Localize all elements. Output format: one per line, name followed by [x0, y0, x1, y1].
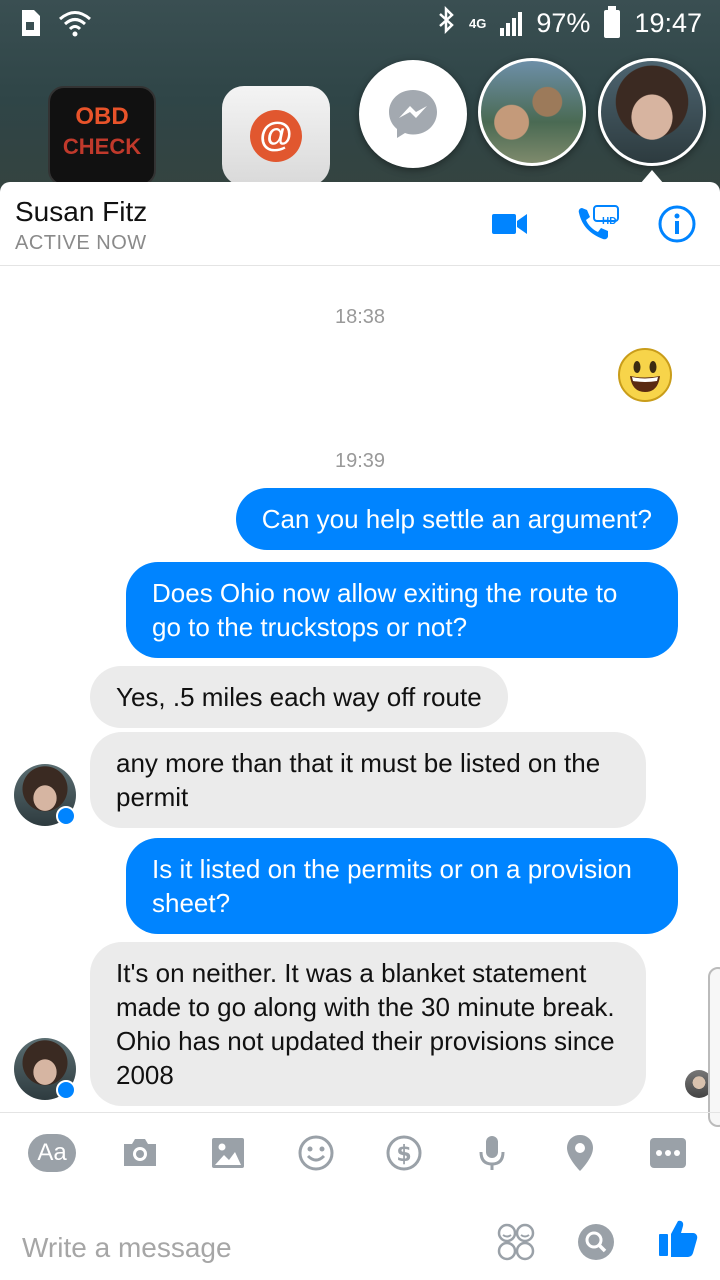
network-type-label: 4G [469, 15, 487, 31]
thumbs-up-icon [659, 1220, 698, 1257]
scroll-handle[interactable] [708, 967, 720, 1127]
contact-name[interactable]: Susan Fitz [15, 196, 147, 228]
outgoing-message[interactable]: Does Ohio now allow exiting the route to… [126, 562, 678, 658]
contact-chathead-active[interactable] [598, 58, 706, 166]
microphone-icon [479, 1135, 505, 1170]
outgoing-message[interactable]: Is it listed on the permits or on a prov… [126, 838, 678, 934]
gallery-icon [212, 1137, 244, 1168]
timestamp: 19:39 [334, 450, 386, 472]
bluetooth-icon [437, 5, 455, 41]
search-gifs-button[interactable] [574, 1220, 618, 1264]
payment-button[interactable]: $ [380, 1129, 428, 1177]
group-chathead[interactable] [478, 58, 586, 166]
camera-icon [124, 1138, 156, 1166]
wifi-icon [58, 9, 92, 44]
signal-strength-icon [500, 11, 523, 36]
conversation-header: Susan Fitz ACTIVE NOW HD [0, 182, 720, 266]
incoming-message[interactable]: Yes, .5 miles each way off route [90, 666, 508, 728]
chat-panel: Susan Fitz ACTIVE NOW HD 18:38 19:39 Can… [0, 182, 720, 1280]
like-button[interactable] [654, 1214, 702, 1262]
message-input[interactable]: Write a message [22, 1232, 232, 1264]
email-app-icon[interactable]: @ [222, 86, 330, 186]
svg-text:$: $ [396, 1142, 411, 1167]
location-icon [567, 1134, 593, 1171]
grinning-face-emoji[interactable] [616, 346, 674, 404]
outgoing-message[interactable]: Can you help settle an argument? [235, 488, 678, 550]
emoji-icon [298, 1135, 334, 1170]
clock: 19:47 [634, 8, 702, 38]
camera-button[interactable] [116, 1129, 164, 1177]
battery-percent: 97% [536, 8, 591, 38]
active-status: ACTIVE NOW [15, 232, 147, 254]
obd-app-sublabel: CHECK [62, 134, 142, 159]
incoming-message[interactable]: any more than that it must be listed on … [90, 732, 646, 828]
emoji-button[interactable] [292, 1129, 340, 1177]
status-bar: 4G 97% 19:47 [0, 0, 720, 48]
stickers-icon [497, 1223, 535, 1261]
obd-app-icon[interactable]: OBD CHECK [48, 86, 156, 186]
messenger-badge-icon [56, 1080, 76, 1100]
payment-icon: $ [386, 1135, 422, 1170]
messenger-chathead[interactable] [359, 60, 467, 168]
text-format-label: Aa [28, 1133, 76, 1172]
conversation-info-button[interactable] [655, 202, 699, 246]
messenger-badge-icon [56, 806, 76, 826]
obd-app-label: OBD [75, 103, 129, 130]
hd-badge: HD [602, 216, 617, 227]
battery-icon [604, 5, 621, 38]
video-call-button[interactable] [488, 202, 532, 246]
message-composer: Write a message [0, 1192, 720, 1280]
more-options-button[interactable] [644, 1129, 692, 1177]
info-icon [658, 205, 696, 243]
timestamp: 18:38 [334, 306, 386, 328]
messenger-icon [389, 90, 437, 138]
email-at-symbol: @ [250, 110, 302, 162]
composer-toolbar: Aa $ [0, 1112, 720, 1192]
text-format-button[interactable]: Aa [28, 1129, 76, 1177]
more-icon [650, 1137, 686, 1168]
sim-card-icon [18, 8, 42, 45]
voice-call-button[interactable]: HD [572, 202, 624, 246]
video-camera-icon [492, 214, 527, 234]
voice-message-button[interactable] [468, 1129, 516, 1177]
stickers-button[interactable] [494, 1220, 538, 1264]
location-button[interactable] [556, 1129, 604, 1177]
incoming-message[interactable]: It's on neither. It was a blanket statem… [90, 942, 646, 1106]
gallery-button[interactable] [204, 1129, 252, 1177]
search-icon [578, 1224, 614, 1260]
